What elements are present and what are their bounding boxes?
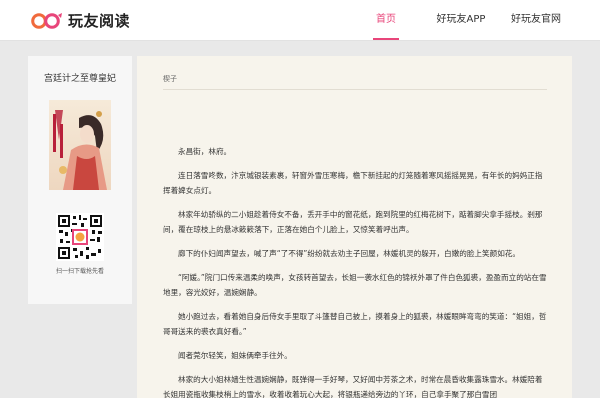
nav-home[interactable]: 首页 xyxy=(373,0,399,40)
site-logo[interactable]: 玩友阅读 xyxy=(31,11,131,31)
qr-scan-label: 扫一扫下载抢先看 xyxy=(55,268,104,275)
top-header: 玩友阅读 首页 好玩友APP 好玩友官网 xyxy=(0,0,600,41)
chapter-paragraph: 林家的大小姐林嫱生性温婉娴静，既弹得一手好琴，又好闻中芳茶之术，时常在晨昏收集露… xyxy=(163,375,543,398)
logo-icon xyxy=(31,13,62,29)
chapter-breadcrumb[interactable]: 楔子 xyxy=(163,74,177,84)
book-sidebar: 宫廷计之至尊皇妃 扫一扫下载抢先看 xyxy=(28,56,132,304)
book-cover[interactable] xyxy=(49,100,111,190)
chapter-paragraph: 廊下的仆妇闻声望去，喊了声“了不得”纷纷就去劝主子回屋，林媛机灵的躲开，白嫩的脸… xyxy=(178,249,520,258)
chapter-paragraph: 林家年幼骄纵的二小姐趁着侍女不备，丢开手中的窗花纸，跑到院里的红梅花树下，踮着脚… xyxy=(163,210,543,234)
logo-text: 玩友阅读 xyxy=(68,12,131,30)
chapter-paragraph: 闻者莞尔轻笑，姐妹俩牵手往外。 xyxy=(178,351,292,360)
qr-code-icon xyxy=(56,213,104,261)
nav-app[interactable]: 好玩友APP xyxy=(436,0,486,40)
book-cover-illustration xyxy=(49,100,111,190)
reading-panel: 楔子 永昌街，林府。 连日落雪咚数，汴京城银装素裹，轩窗外雪压寒梅，檐下新挂起的… xyxy=(137,56,572,398)
chapter-content: 永昌街，林府。 连日落雪咚数，汴京城银装素裹，轩窗外雪压寒梅，檐下新挂起的灯笼随… xyxy=(163,144,547,398)
chapter-paragraph: 连日落雪咚数，汴京城银装素裹，轩窗外雪压寒梅，檐下新挂起的灯笼随着寒风摇摇晃晃，… xyxy=(163,171,543,195)
chapter-paragraph: “阿媛。”院门口传来温柔的唤声，女孩转首望去，长姐一袭水红色的锦袄外罩了件白色狐… xyxy=(163,273,547,297)
book-title[interactable]: 宫廷计之至尊皇妃 xyxy=(28,71,132,84)
breadcrumb-divider xyxy=(163,89,547,90)
download-qr-code xyxy=(56,213,104,261)
chapter-paragraph: 永昌街，林府。 xyxy=(178,147,232,156)
chapter-paragraph: 她小跑过去，看着她自身后侍女手里取了斗篷替自己披上，摸着身上的狐裘，林媛眼眸弯弯… xyxy=(163,312,547,336)
nav-official-site[interactable]: 好玩友官网 xyxy=(511,0,561,40)
